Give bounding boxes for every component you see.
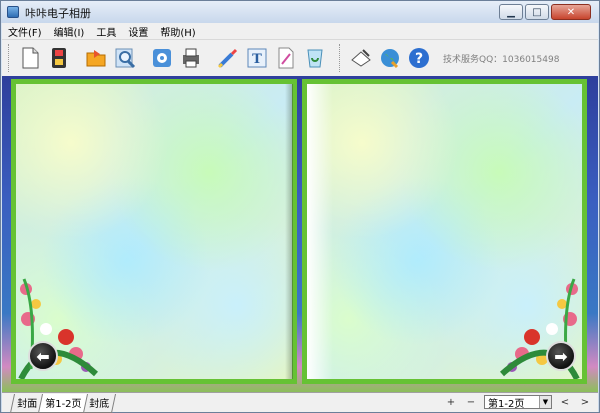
print-icon[interactable] — [178, 44, 204, 72]
svg-text:T: T — [252, 52, 262, 67]
window-title: 咔咔电子相册 — [25, 7, 91, 20]
globe-icon[interactable] — [377, 44, 403, 72]
menu-bar: 文件(F) 编辑(I) 工具 设置 帮助(H) — [2, 23, 598, 40]
app-window: 咔咔电子相册 ▁ □ ✕ 文件(F) 编辑(I) 工具 设置 帮助(H) T ?… — [0, 0, 600, 413]
close-button[interactable]: ✕ — [551, 4, 591, 20]
album-page-left[interactable]: ⬅ — [11, 79, 297, 384]
svg-text:?: ? — [415, 51, 423, 67]
page-select[interactable]: 第1-2页 ▼ — [484, 395, 552, 410]
chevron-down-icon[interactable]: ▼ — [539, 396, 551, 408]
text-icon[interactable]: T — [244, 44, 270, 72]
title-bar[interactable]: 咔咔电子相册 ▁ □ ✕ — [1, 1, 599, 23]
next-page-small-button[interactable]: > — [578, 397, 592, 408]
paint-brush-icon[interactable] — [215, 44, 241, 72]
search-icon[interactable] — [112, 44, 138, 72]
service-contact-text: 技术服务QQ：1036015498 — [443, 54, 560, 65]
clipboard-icon[interactable] — [348, 44, 374, 72]
zoom-in-button[interactable]: + — [444, 397, 458, 408]
help-icon[interactable]: ? — [406, 44, 432, 72]
open-folder-icon[interactable] — [83, 44, 109, 72]
menu-edit[interactable]: 编辑(I) — [54, 24, 85, 39]
status-bar: 封面 第1-2页 封底 + − 第1-2页 ▼ < > — [2, 392, 598, 413]
tab-pages-1-2[interactable]: 第1-2页 — [37, 394, 89, 413]
maximize-button[interactable]: □ — [525, 4, 549, 20]
previous-page-button[interactable]: ⬅ — [28, 341, 58, 371]
next-page-button[interactable]: ➡ — [546, 341, 576, 371]
app-icon — [7, 6, 19, 18]
minimize-button[interactable]: ▁ — [499, 4, 523, 20]
menu-help[interactable]: 帮助(H) — [160, 24, 195, 39]
new-document-icon[interactable] — [17, 44, 43, 72]
album-page-right[interactable]: ➡ — [302, 79, 587, 384]
menu-settings[interactable]: 设置 — [128, 24, 148, 39]
page-tabs: 封面 第1-2页 封底 — [9, 394, 117, 413]
zoom-out-button[interactable]: − — [464, 397, 478, 408]
save-icon[interactable] — [46, 44, 72, 72]
toolbar: T ? 技术服务QQ：1036015498 — [2, 40, 598, 76]
flower-decoration-icon — [18, 278, 98, 379]
page-select-value: 第1-2页 — [488, 398, 525, 410]
toolbar-grip-2[interactable] — [339, 44, 342, 72]
menu-tools[interactable]: 工具 — [96, 24, 116, 39]
refresh-icon[interactable] — [302, 44, 328, 72]
settings-icon[interactable] — [149, 44, 175, 72]
toolbar-grip[interactable] — [8, 44, 11, 72]
prev-page-button[interactable]: < — [558, 397, 572, 408]
menu-file[interactable]: 文件(F) — [8, 24, 42, 39]
document-edit-icon[interactable] — [273, 44, 299, 72]
album-viewer: ⬅ ➡ — [2, 76, 598, 392]
